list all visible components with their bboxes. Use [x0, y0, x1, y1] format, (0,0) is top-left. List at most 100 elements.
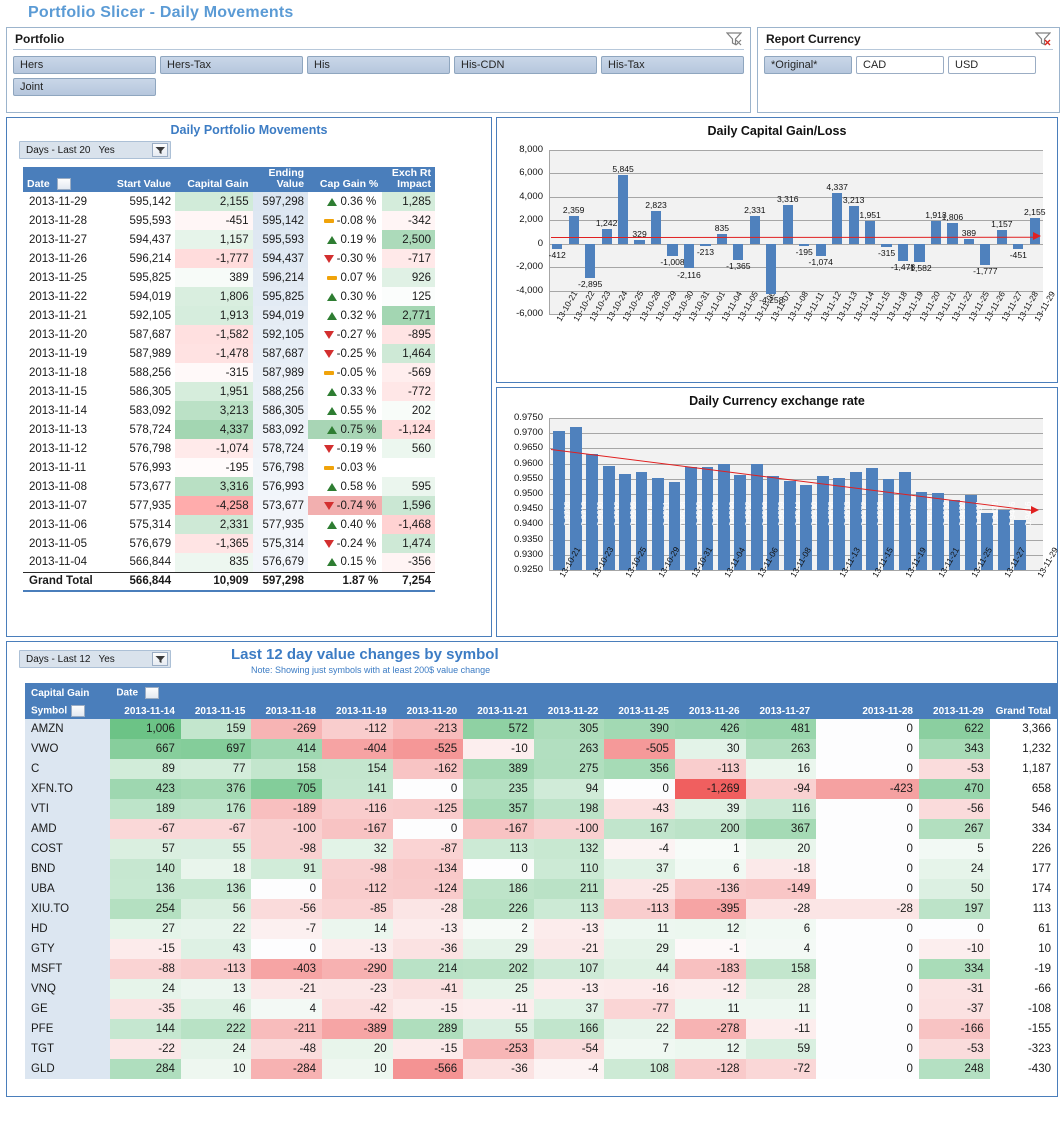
header-date-2013-11-27[interactable]: 2013-11-27	[746, 703, 817, 719]
cell-value: 7	[604, 1039, 675, 1059]
portfolio-slicer-items: Hers Hers-Tax His His-CDN His-Tax Joint	[7, 50, 750, 102]
clear-filter-icon[interactable]	[1035, 32, 1051, 46]
cell-value: 0	[816, 939, 919, 959]
header-date-2013-11-25[interactable]: 2013-11-25	[604, 703, 675, 719]
cell-symbol: AMZN	[25, 719, 110, 739]
slicer-item-his[interactable]: His	[307, 56, 450, 74]
table-row: 2013-11-29595,1422,155597,2980.36 %1,285	[23, 192, 435, 211]
cell-date: 2013-11-11	[23, 458, 105, 477]
cell-value: -41	[393, 979, 464, 999]
cell-value: 0	[816, 859, 919, 879]
header-date-2013-11-21[interactable]: 2013-11-21	[463, 703, 534, 719]
cell-cap-gain-pct: -0.30 %	[308, 249, 382, 268]
cell-value: 0	[816, 1039, 919, 1059]
cell-value: -10	[463, 739, 534, 759]
arrow-up-icon	[327, 388, 337, 396]
cell-value: 24	[110, 979, 181, 999]
table-row: 2013-11-20587,687-1,582592,105-0.27 %-89…	[23, 325, 435, 344]
cell-value: 226	[463, 899, 534, 919]
clear-filter-icon[interactable]	[726, 32, 742, 46]
slicer-item-hers[interactable]: Hers	[13, 56, 156, 74]
cell-value: 0	[816, 979, 919, 999]
cell-value: -88	[110, 959, 181, 979]
bar-data-label: -412	[542, 250, 572, 260]
symbols-table-header-row2: Symbol2013-11-142013-11-152013-11-182013…	[25, 703, 1057, 719]
header-date-2013-11-26[interactable]: 2013-11-26	[675, 703, 746, 719]
header-date[interactable]: Date	[110, 683, 1057, 703]
slicer-item-original[interactable]: *Original*	[764, 56, 852, 74]
cell-value: -290	[322, 959, 393, 979]
table-row: 2013-11-22594,0191,806595,8250.30 %125	[23, 287, 435, 306]
header-date-2013-11-14[interactable]: 2013-11-14	[110, 703, 181, 719]
header-date-2013-11-19[interactable]: 2013-11-19	[322, 703, 393, 719]
header-date-2013-11-29[interactable]: 2013-11-29	[919, 703, 990, 719]
chevron-down-icon[interactable]	[145, 687, 159, 699]
bar	[733, 244, 743, 260]
slicer-item-his-tax[interactable]: His-Tax	[601, 56, 744, 74]
cell-value: 18	[181, 859, 252, 879]
slicer-item-cad[interactable]: CAD	[856, 56, 944, 74]
col-ending-value[interactable]: Ending Value	[253, 167, 308, 192]
bar-data-label: -451	[1003, 250, 1033, 260]
cell-value: 113	[534, 899, 605, 919]
days12-slicer-value: Yes	[90, 654, 114, 665]
cell-cap-gain-pct: 0.30 %	[308, 287, 382, 306]
slicer-item-joint[interactable]: Joint	[13, 78, 156, 96]
sort-filter-icon[interactable]	[71, 705, 85, 717]
col-exch-rt-impact[interactable]: Exch Rt Impact	[382, 167, 435, 192]
bar	[1013, 244, 1023, 249]
cap-gain-pct-value: -0.30 %	[337, 253, 377, 265]
col-capital-gain[interactable]: Capital Gain	[175, 167, 252, 192]
table-row: AMZN1,006159-269-112-2135723053904264810…	[25, 719, 1057, 739]
days-last-20-slicer[interactable]: Days - Last 20 Yes	[19, 141, 171, 159]
cell-value: 57	[110, 839, 181, 859]
cell-value: 16	[746, 759, 817, 779]
arrow-up-icon	[327, 558, 337, 566]
cap-gain-pct-value: 0.55 %	[340, 405, 376, 417]
header-symbol[interactable]: Symbol	[25, 703, 110, 719]
col-date[interactable]: Date	[23, 167, 105, 192]
col-start-value[interactable]: Start Value	[105, 167, 175, 192]
slicer-item-hers-tax[interactable]: Hers-Tax	[160, 56, 303, 74]
cell-value: 29	[604, 939, 675, 959]
cell-value: -23	[322, 979, 393, 999]
cell-start-value: 573,677	[105, 477, 175, 496]
cell-value: 4	[251, 999, 322, 1019]
cell-value: 0	[816, 1019, 919, 1039]
cell-value: 414	[251, 739, 322, 759]
slicer-item-usd[interactable]: USD	[948, 56, 1036, 74]
table-row: 2013-11-14583,0923,213586,3050.55 %202	[23, 401, 435, 420]
cell-value: -505	[604, 739, 675, 759]
table-row: 2013-11-06575,3142,331577,9350.40 %-1,46…	[23, 515, 435, 534]
cell-value: -31	[919, 979, 990, 999]
filter-sort-icon[interactable]	[152, 143, 168, 157]
slicer-item-his-cdn[interactable]: His-CDN	[454, 56, 597, 74]
y-axis-tick: 2,000	[497, 214, 543, 225]
cell-value: -167	[463, 819, 534, 839]
header-date-2013-11-18[interactable]: 2013-11-18	[251, 703, 322, 719]
cell-start-value: 595,593	[105, 211, 175, 230]
cell-exch-rt-impact: -895	[382, 325, 435, 344]
cell-grand-total: -323	[990, 1039, 1057, 1059]
filter-sort-icon[interactable]	[152, 652, 168, 666]
sort-filter-icon[interactable]	[57, 178, 71, 190]
header-date-2013-11-22[interactable]: 2013-11-22	[534, 703, 605, 719]
days-last-12-slicer[interactable]: Days - Last 12 Yes	[19, 650, 171, 668]
cap-gain-pct-value: 0.32 %	[340, 310, 376, 322]
header-date-2013-11-20[interactable]: 2013-11-20	[393, 703, 464, 719]
cell-exch-rt-impact: -342	[382, 211, 435, 230]
cell-cap-gain-pct: 0.40 %	[308, 515, 382, 534]
cell-value: 254	[110, 899, 181, 919]
cap-gain-pct-value: 0.40 %	[340, 519, 376, 531]
col-cap-gain-pct[interactable]: Cap Gain %	[308, 167, 382, 192]
cell-value: 12	[675, 1039, 746, 1059]
arrow-up-icon	[327, 198, 337, 206]
header-date-2013-11-15[interactable]: 2013-11-15	[181, 703, 252, 719]
cell-ending-value: 577,935	[253, 515, 308, 534]
cell-value: 43	[181, 939, 252, 959]
cell-capital-gain: 1,806	[175, 287, 252, 306]
cell-value: 263	[534, 739, 605, 759]
cell-cap-gain-pct: -0.05 %	[308, 363, 382, 382]
cell-date: 2013-11-06	[23, 515, 105, 534]
header-date-2013-11-28[interactable]: 2013-11-28	[816, 703, 919, 719]
